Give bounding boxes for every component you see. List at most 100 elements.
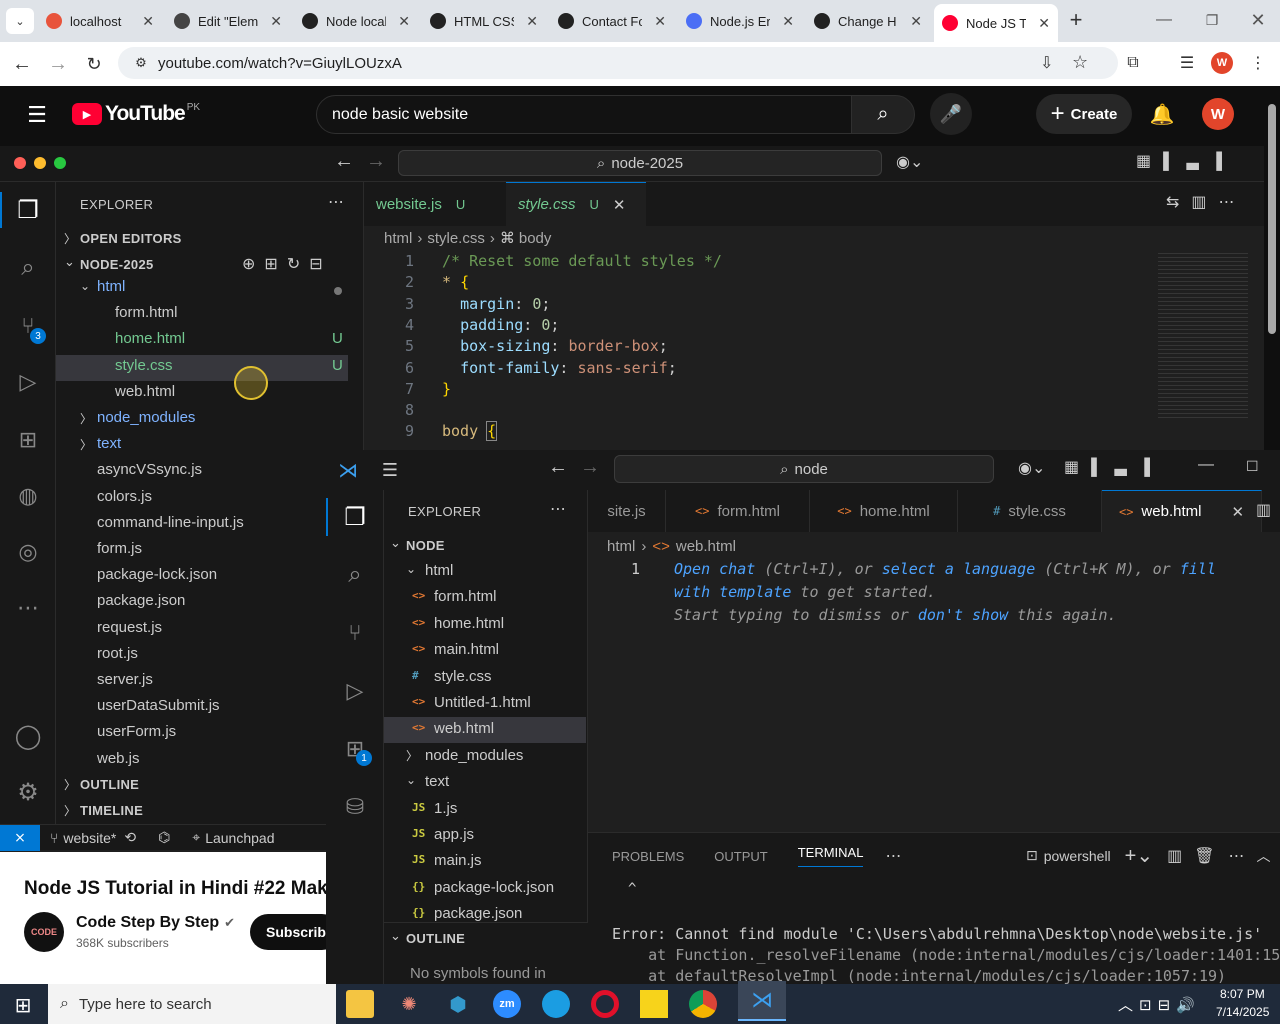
youtube-search-input[interactable]: node basic website xyxy=(316,95,852,134)
notifications-bell-icon[interactable]: 🔔 xyxy=(1148,100,1176,128)
layout-icons[interactable]: ▦▌▃▐ xyxy=(1136,151,1234,171)
channel-name[interactable]: Code Step By Step xyxy=(76,914,219,932)
account-avatar[interactable]: W xyxy=(1202,98,1234,130)
back-arrow-icon[interactable]: ← xyxy=(10,52,34,76)
address-bar[interactable]: ⚙ youtube.com/watch?v=GiuylLOUzxA ⇩ ☆ xyxy=(118,47,1118,79)
launchpad-label[interactable]: Launchpad xyxy=(205,830,274,846)
folder-item[interactable]: html xyxy=(425,562,453,579)
more-icon[interactable]: ⋯ xyxy=(1229,846,1245,866)
explorer-icon[interactable]: ❐ xyxy=(338,500,372,534)
app-icon[interactable]: ✺ xyxy=(395,990,423,1018)
file-item[interactable]: home.html xyxy=(434,615,504,632)
open-editors-header[interactable]: OPEN EDITORS xyxy=(80,231,182,246)
file-item[interactable]: app.js xyxy=(434,826,474,843)
tab-problems[interactable]: PROBLEMS xyxy=(612,849,684,864)
breadcrumb-item[interactable]: html xyxy=(384,230,412,247)
extensions-icon[interactable]: ⊞ xyxy=(12,424,44,456)
breadcrumb-item[interactable]: style.css xyxy=(427,230,485,247)
search-icon[interactable]: ⌕ xyxy=(338,558,372,592)
tab-output[interactable]: OUTPUT xyxy=(714,849,767,864)
minimize-icon[interactable]: — xyxy=(1198,456,1214,474)
close-tab-icon[interactable]: ✕ xyxy=(910,13,922,30)
command-center[interactable]: ⌕ node xyxy=(614,455,994,483)
profile-avatar[interactable]: W xyxy=(1211,52,1233,74)
git-icon[interactable]: ⌬ xyxy=(158,829,170,846)
source-control-icon[interactable]: ⑂ xyxy=(338,616,372,650)
close-tab-icon[interactable]: ✕ xyxy=(782,13,794,30)
explorer-more-icon[interactable]: ⋯ xyxy=(328,192,344,212)
editor-tab[interactable]: style.css U ✕ xyxy=(506,182,646,226)
file-item[interactable]: command-line-input.js xyxy=(97,514,244,531)
clock-date[interactable]: 7/14/2025 xyxy=(1216,1005,1269,1019)
editor-tab[interactable]: site.js xyxy=(588,490,666,532)
youtube-logo[interactable]: ▶ YouTube PK xyxy=(72,102,200,126)
editor-tab[interactable]: website.js U xyxy=(364,182,506,226)
folder-item[interactable]: text xyxy=(97,435,121,452)
timeline-header[interactable]: TIMELINE xyxy=(80,803,143,818)
file-item[interactable]: request.js xyxy=(97,619,162,636)
file-item[interactable]: style.css xyxy=(434,668,492,685)
menu-icon[interactable]: ☰ xyxy=(378,458,402,482)
copilot-icon[interactable]: ◉⌄ xyxy=(1018,458,1045,478)
opera-icon[interactable] xyxy=(591,990,619,1018)
git-graph-icon[interactable]: ◍ xyxy=(12,480,44,512)
file-item[interactable]: style.css xyxy=(115,357,173,374)
folder-item[interactable]: text xyxy=(425,773,449,790)
browser-tab[interactable]: Node.js Er ✕ xyxy=(678,6,802,36)
nav-forward-icon[interactable]: → xyxy=(366,150,386,173)
editor-tab[interactable]: <> form.html xyxy=(666,490,810,532)
close-icon[interactable]: ✕ xyxy=(1231,503,1244,521)
folder-item[interactable]: html xyxy=(97,278,125,295)
browser-tab[interactable]: localhost ✕ xyxy=(38,6,162,36)
file-item[interactable]: 1.js xyxy=(434,800,457,817)
reload-icon[interactable]: ↻ xyxy=(82,52,106,76)
file-item[interactable]: package.json xyxy=(434,905,522,922)
remote-indicator-icon[interactable]: ⨯ xyxy=(0,824,40,851)
maximize-icon[interactable]: ☐ xyxy=(1246,458,1259,475)
file-item[interactable]: userForm.js xyxy=(97,723,176,740)
search-button[interactable]: ⌕ xyxy=(851,95,915,134)
explorer-icon[interactable]: ❐ xyxy=(12,194,44,226)
bookmark-star-icon[interactable]: ☆ xyxy=(1072,52,1088,73)
close-window-icon[interactable]: ✕ xyxy=(1244,8,1272,32)
copilot-icon[interactable]: ◉⌄ xyxy=(896,152,923,172)
trash-icon[interactable]: 🗑 xyxy=(1194,846,1214,866)
mac-minimize-dot[interactable] xyxy=(34,157,46,169)
branch-name[interactable]: website* xyxy=(63,830,116,846)
chrome-icon[interactable] xyxy=(689,990,717,1018)
file-item[interactable]: package-lock.json xyxy=(97,566,217,583)
nav-back-icon[interactable]: ← xyxy=(548,456,568,479)
vscode-taskbar-icon[interactable]: ⋊ xyxy=(738,981,786,1021)
settings-gear-icon[interactable]: ⚙ xyxy=(12,776,44,808)
site-info-icon[interactable]: ⚙ xyxy=(132,55,150,71)
page-scrollbar[interactable] xyxy=(1264,86,1280,450)
close-tab-icon[interactable]: ✕ xyxy=(526,13,538,30)
remote-explorer-icon[interactable]: ◎ xyxy=(12,536,44,568)
url-text[interactable]: youtube.com/watch?v=GiuylLOUzxA xyxy=(158,55,402,72)
breadcrumb-item[interactable]: web.html xyxy=(676,538,736,555)
file-item[interactable]: package.json xyxy=(97,592,185,609)
breadcrumb-item[interactable]: body xyxy=(519,230,552,247)
file-item[interactable]: web.html xyxy=(434,720,494,737)
file-item[interactable]: root.js xyxy=(97,645,138,662)
close-tab-icon[interactable]: ✕ xyxy=(398,13,410,30)
new-tab-button[interactable]: + xyxy=(1064,7,1088,32)
close-icon[interactable]: ✕ xyxy=(613,196,626,214)
browser-tab[interactable]: HTML CSS ✕ xyxy=(422,6,546,36)
split-editor-icon[interactable]: ▥ xyxy=(1256,500,1271,520)
taskbar-search[interactable]: ⌕ Type here to search xyxy=(48,984,336,1024)
media-control-icon[interactable]: ☰ xyxy=(1176,52,1198,74)
more-icon[interactable]: ⋯ xyxy=(12,592,44,624)
forward-arrow-icon[interactable]: → xyxy=(46,52,70,76)
hamburger-menu-icon[interactable]: ☰ xyxy=(24,102,50,128)
edge-icon[interactable] xyxy=(542,990,570,1018)
remote-explorer-icon[interactable]: ⛁ xyxy=(338,790,372,824)
restore-icon[interactable]: ❐ xyxy=(1198,8,1226,32)
system-tray-icons[interactable]: ︿⊡⊟🔊 xyxy=(1118,994,1201,1015)
sync-icon[interactable]: ⟲ xyxy=(124,829,136,846)
file-item[interactable]: userDataSubmit.js xyxy=(97,697,220,714)
install-app-icon[interactable]: ⇩ xyxy=(1040,53,1053,73)
close-tab-icon[interactable]: ✕ xyxy=(654,13,666,30)
file-item[interactable]: web.html xyxy=(115,383,175,400)
browser-tab[interactable]: Node JS T ✕ xyxy=(934,4,1058,42)
